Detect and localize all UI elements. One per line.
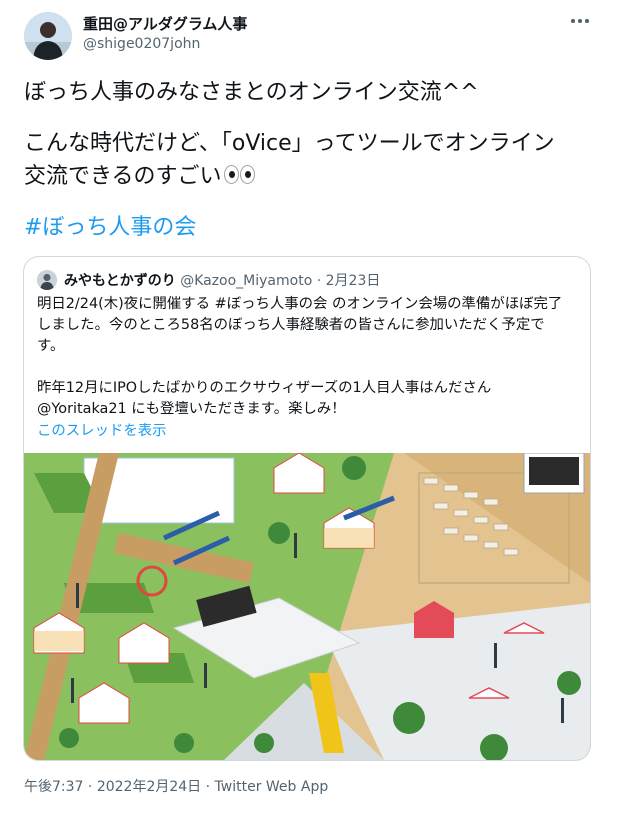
- quoted-tweet-card[interactable]: みやもとかずのり @Kazoo_Miyamoto · 2月23日 明日2/24(…: [23, 256, 591, 761]
- quoted-text-line: 昨年12月にIPOしたばかりのエクサウィザーズの1人目人事はんださん: [37, 380, 492, 396]
- person-icon: [37, 270, 57, 290]
- quoted-author-avatar[interactable]: [37, 270, 57, 290]
- quoted-separator: ·: [316, 273, 322, 289]
- quoted-header: みやもとかずのり @Kazoo_Miyamoto · 2月23日: [64, 270, 380, 290]
- tweet-line-3: 交流できるのすごい: [24, 160, 594, 193]
- tweet-source[interactable]: Twitter Web App: [215, 779, 329, 795]
- tweet-line-2: こんな時代だけど、「oVice」ってツールでオンライン: [24, 131, 555, 156]
- tweet-date[interactable]: 2022年2月24日: [97, 779, 201, 795]
- quoted-text-line: 明日2/24(木)夜に開催する #ぼっち人事の会 のオンライン会場の準備がほぼ完…: [37, 296, 563, 312]
- author-handle[interactable]: @shige0207john: [83, 36, 200, 52]
- quoted-date[interactable]: 2月23日: [326, 273, 381, 289]
- quoted-text-line: す。: [37, 338, 65, 354]
- quoted-text: 明日2/24(木)夜に開催する #ぼっち人事の会 のオンライン会場の準備がほぼ完…: [37, 294, 579, 420]
- ovice-map-illustration: [24, 452, 590, 760]
- tweet-time[interactable]: 午後7:37: [24, 779, 83, 795]
- tweet-line-1: ぼっち人事のみなさまとのオンライン交流^^: [24, 80, 479, 105]
- author-name[interactable]: 重田@アルダグラム人事: [83, 13, 247, 34]
- virtual-space-map-image[interactable]: [24, 452, 590, 760]
- quoted-text-line: @Yoritaka21 にも登壇いただきます。楽しみ！: [37, 401, 346, 417]
- more-options-icon[interactable]: [567, 10, 593, 30]
- eyes-emoji-icon: [223, 161, 256, 194]
- quoted-author-name[interactable]: みやもとかずのり: [64, 273, 176, 289]
- tweet-text: ぼっち人事のみなさまとのオンライン交流^^ こんな時代だけど、「oVice」って…: [24, 76, 594, 244]
- quoted-text-line: しました。今のところ58名のぼっち人事経験者の皆さんに参加いただく予定で: [37, 317, 545, 333]
- show-thread-link[interactable]: このスレッドを表示: [37, 419, 167, 440]
- hashtag-link[interactable]: #ぼっち人事の会: [24, 211, 594, 244]
- meta-separator: ·: [205, 779, 211, 795]
- meta-separator: ·: [87, 779, 93, 795]
- tweet-meta: 午後7:37 · 2022年2月24日 · Twitter Web App: [24, 776, 328, 796]
- tweet-line-3-text: 交流できるのすごい: [24, 164, 222, 189]
- person-icon: [24, 12, 72, 60]
- author-avatar[interactable]: [24, 12, 72, 60]
- quoted-author-handle[interactable]: @Kazoo_Miyamoto: [180, 273, 312, 289]
- quoted-text-line: [37, 357, 579, 378]
